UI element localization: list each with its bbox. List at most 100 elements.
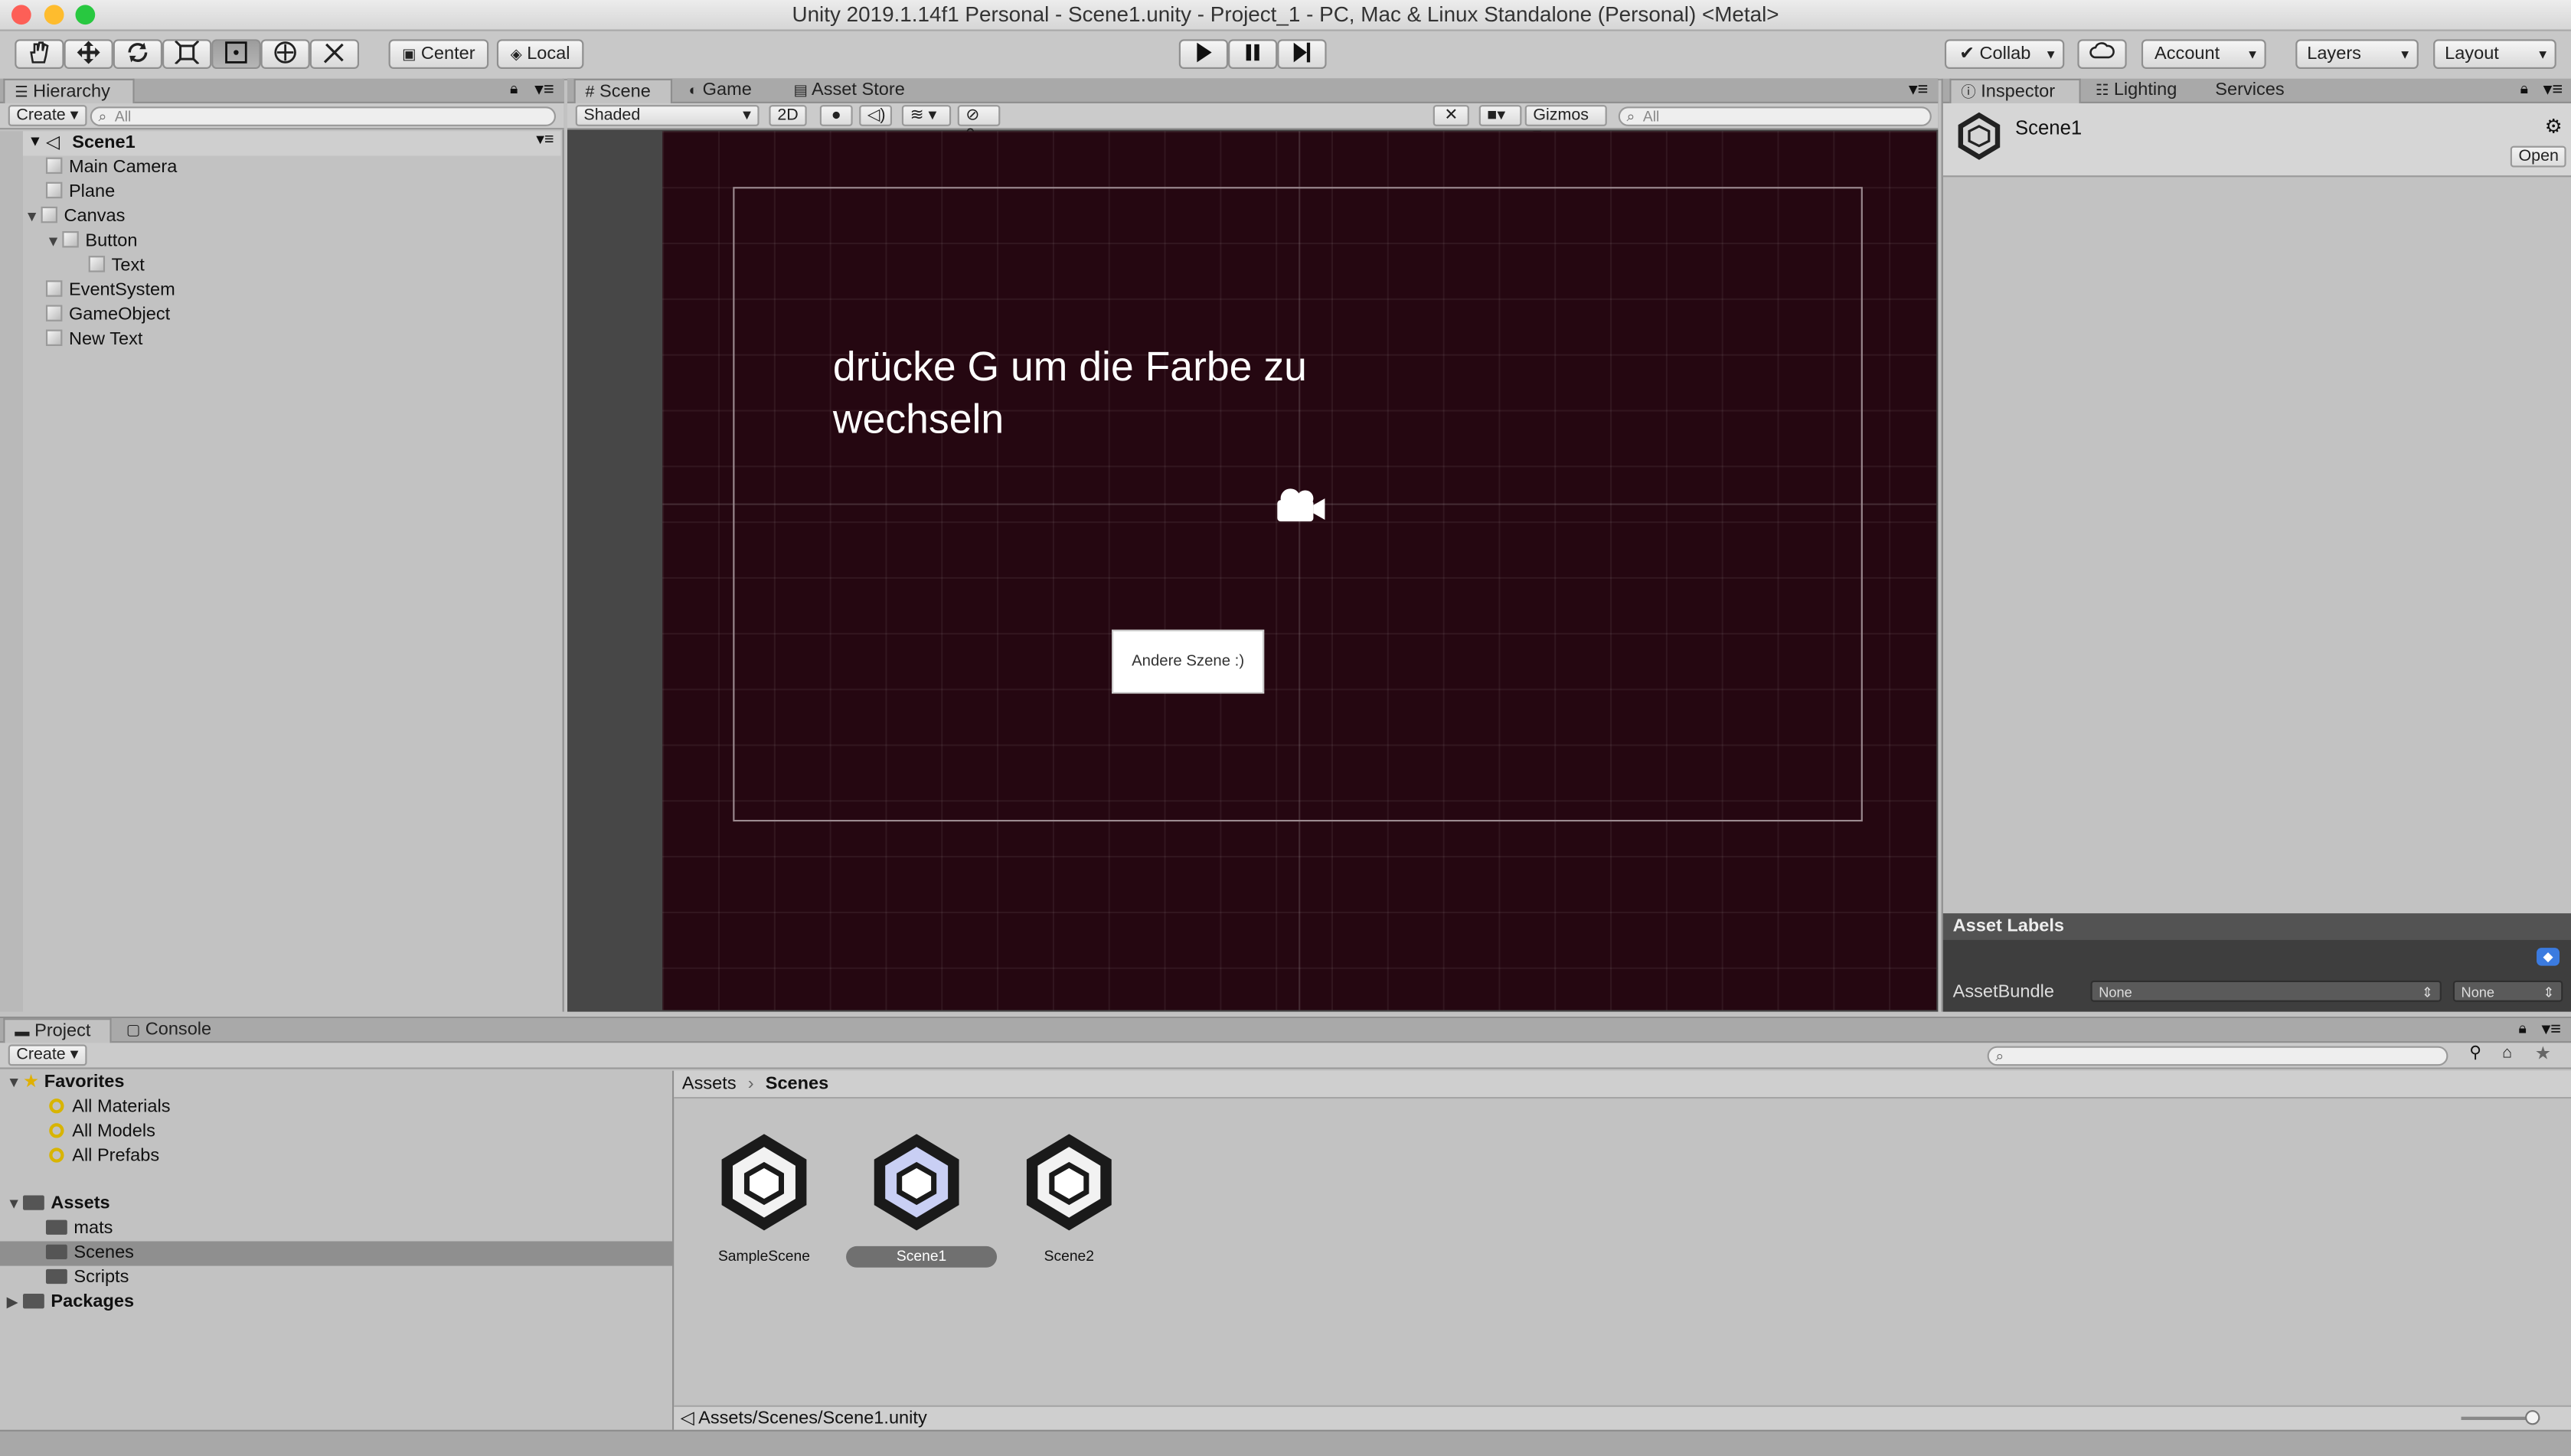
cloud-button[interactable] [2077, 39, 2127, 69]
hierarchy-item[interactable]: ▼ Canvas [25, 205, 125, 230]
hierarchy-item[interactable]: EventSystem [45, 279, 175, 303]
camera-gizmo-icon[interactable] [1272, 485, 1328, 528]
scene-viewport[interactable]: drücke G um die Farbe zu wechseln Andere… [662, 131, 1937, 1010]
packages-folder[interactable]: ▶ Packages [0, 1291, 672, 1315]
icon-size-slider-thumb[interactable] [2525, 1410, 2540, 1425]
assets-folder[interactable]: ▼ Assets [0, 1192, 672, 1216]
filter-by-label-icon[interactable]: ⌂ [2502, 1044, 2512, 1063]
rotate-tool-button[interactable] [113, 39, 163, 69]
hierarchy-item[interactable]: New Text [45, 328, 142, 352]
gizmos-dropdown[interactable]: Gizmos ▾ [1524, 105, 1607, 144]
tab-asset-store[interactable]: ▤ Asset Store [784, 79, 932, 103]
play-button[interactable] [1178, 39, 1229, 69]
tab-scene[interactable]: # Scene [573, 78, 673, 106]
space-local-toggle[interactable]: ◈ Local [496, 39, 584, 69]
tab-lighting[interactable]: ☷ Lighting [2086, 79, 2200, 103]
tab-project[interactable]: ▬ Project [3, 1018, 112, 1045]
scene-search-input[interactable]: All [1618, 106, 1932, 126]
pivot-center-toggle[interactable]: ▣ Center [388, 39, 489, 69]
breadcrumb-scenes[interactable]: Scenes [766, 1074, 829, 1094]
shading-mode-dropdown[interactable]: Shaded ▾ [575, 105, 760, 126]
asset-file[interactable]: Scene1 [844, 1133, 998, 1274]
lock-icon[interactable]: 🔒︎ [510, 80, 518, 99]
gameobject-cube-icon [41, 206, 57, 224]
panel-menu-icon[interactable]: ▾≡ [1909, 79, 1929, 100]
filter-by-type-icon[interactable]: ⚲ [2469, 1044, 2481, 1063]
2d-toggle[interactable]: 2D [769, 105, 807, 126]
asset-file[interactable]: SampleScene [692, 1133, 836, 1274]
account-dropdown[interactable]: Account [2141, 39, 2266, 69]
lock-icon[interactable]: 🔒︎ [2518, 1020, 2526, 1038]
hierarchy-item[interactable]: Plane [45, 181, 115, 205]
effects-dropdown[interactable]: ≋ ▾ [901, 105, 952, 126]
rect-tool-button[interactable] [211, 39, 261, 69]
layers-dropdown[interactable]: Layers [2295, 39, 2419, 69]
minimize-window-button[interactable] [44, 5, 64, 25]
settings-gear-icon[interactable]: ⚙ [2545, 115, 2563, 138]
hidden-objects-toggle[interactable]: ⊘ 0 [957, 105, 1001, 144]
hierarchy-item[interactable]: Text [88, 254, 145, 279]
audio-toggle[interactable]: ◁) [859, 105, 893, 126]
asset-subfolder[interactable]: mats [0, 1216, 672, 1241]
panel-menu-icon[interactable]: ▾≡ [534, 79, 554, 100]
expand-arrow-icon[interactable]: ▼ [7, 1071, 23, 1095]
lock-icon[interactable]: 🔒︎ [2520, 80, 2528, 99]
tab-services[interactable]: Services [2205, 79, 2303, 103]
favorites-header[interactable]: ▼ ★ Favorites [0, 1071, 672, 1095]
expand-arrow-icon[interactable]: ▼ [28, 133, 42, 149]
canvas-instruction-text[interactable]: drücke G um die Farbe zu wechseln [833, 341, 1325, 446]
expand-arrow-icon[interactable]: ▼ [46, 230, 62, 254]
tag-icon[interactable]: ◆ [2537, 948, 2560, 966]
hand-tool-button[interactable] [15, 39, 64, 69]
assetbundle-dropdown[interactable]: None ⇕ [2090, 980, 2442, 1002]
hierarchy-create-button[interactable]: Create ▾ [8, 105, 87, 126]
expand-arrow-icon[interactable]: ▼ [25, 205, 41, 230]
scale-tool-button[interactable] [162, 39, 212, 69]
pause-button[interactable] [1228, 39, 1278, 69]
expand-arrow-icon[interactable]: ▶ [7, 1291, 23, 1315]
project-create-button[interactable]: Create ▾ [8, 1044, 87, 1066]
favorite-item[interactable]: All Materials [0, 1095, 672, 1120]
layout-dropdown[interactable]: Layout [2433, 39, 2556, 69]
asset-subfolder[interactable]: Scripts [0, 1266, 672, 1291]
transform-tool-button[interactable] [260, 39, 310, 69]
favorite-item[interactable]: All Models [0, 1120, 672, 1144]
custom-tool-button[interactable] [309, 39, 360, 69]
rotate-icon [128, 42, 148, 63]
tab-game[interactable]: ◐ Game [679, 79, 781, 103]
hierarchy-item[interactable]: GameObject [45, 303, 171, 328]
eye-slash-icon: ⊘ [965, 106, 980, 125]
panel-menu-icon[interactable]: ▾≡ [2541, 1018, 2561, 1040]
expand-arrow-icon[interactable]: ▼ [7, 1192, 23, 1216]
ui-button-other-scene[interactable]: Andere Szene :) [1112, 629, 1265, 694]
breadcrumb-assets[interactable]: Assets [682, 1074, 737, 1094]
scene-tools-button[interactable]: ✕ [1433, 105, 1469, 126]
favorite-star-icon[interactable]: ★ [2535, 1043, 2551, 1064]
assetbundle-variant-dropdown[interactable]: None ⇕ [2452, 980, 2563, 1002]
open-scene-button[interactable]: Open [2510, 145, 2567, 168]
move-tool-button[interactable] [64, 39, 113, 69]
hierarchy-item-label: Text [111, 256, 145, 276]
close-window-button[interactable] [11, 5, 31, 25]
camera-dropdown[interactable]: ■▾ [1478, 105, 1522, 126]
scene-menu-icon[interactable]: ▾≡ [536, 131, 554, 149]
tab-console[interactable]: ▢ Console [116, 1018, 224, 1043]
tab-inspector[interactable]: ⓘ Inspector [1949, 78, 2081, 106]
asset-labels-header[interactable]: Asset Labels [1942, 913, 2571, 940]
step-button[interactable] [1277, 39, 1327, 69]
hierarchy-search-input[interactable]: All [90, 106, 557, 126]
asset-file[interactable]: Scene2 [997, 1133, 1141, 1274]
project-search-input[interactable] [1987, 1046, 2448, 1066]
lighting-toggle[interactable]: ● [819, 105, 853, 126]
collab-dropdown[interactable]: ✔ Collab [1944, 39, 2065, 69]
panel-menu-icon[interactable]: ▾≡ [2543, 79, 2563, 100]
hierarchy-item[interactable]: Main Camera [45, 155, 177, 180]
play-icon [1197, 42, 1212, 63]
maximize-window-button[interactable] [75, 5, 96, 25]
hierarchy-item[interactable]: ▼ Button [46, 230, 137, 254]
asset-subfolder[interactable]: Scenes [0, 1241, 673, 1266]
tab-hierarchy[interactable]: ☰ Hierarchy [3, 78, 135, 106]
hierarchy-item-label: GameObject [68, 305, 171, 325]
scene-header-row[interactable]: ▼ ◁ Scene1 ▾≡ [22, 131, 561, 156]
favorite-item[interactable]: All Prefabs [0, 1144, 672, 1169]
